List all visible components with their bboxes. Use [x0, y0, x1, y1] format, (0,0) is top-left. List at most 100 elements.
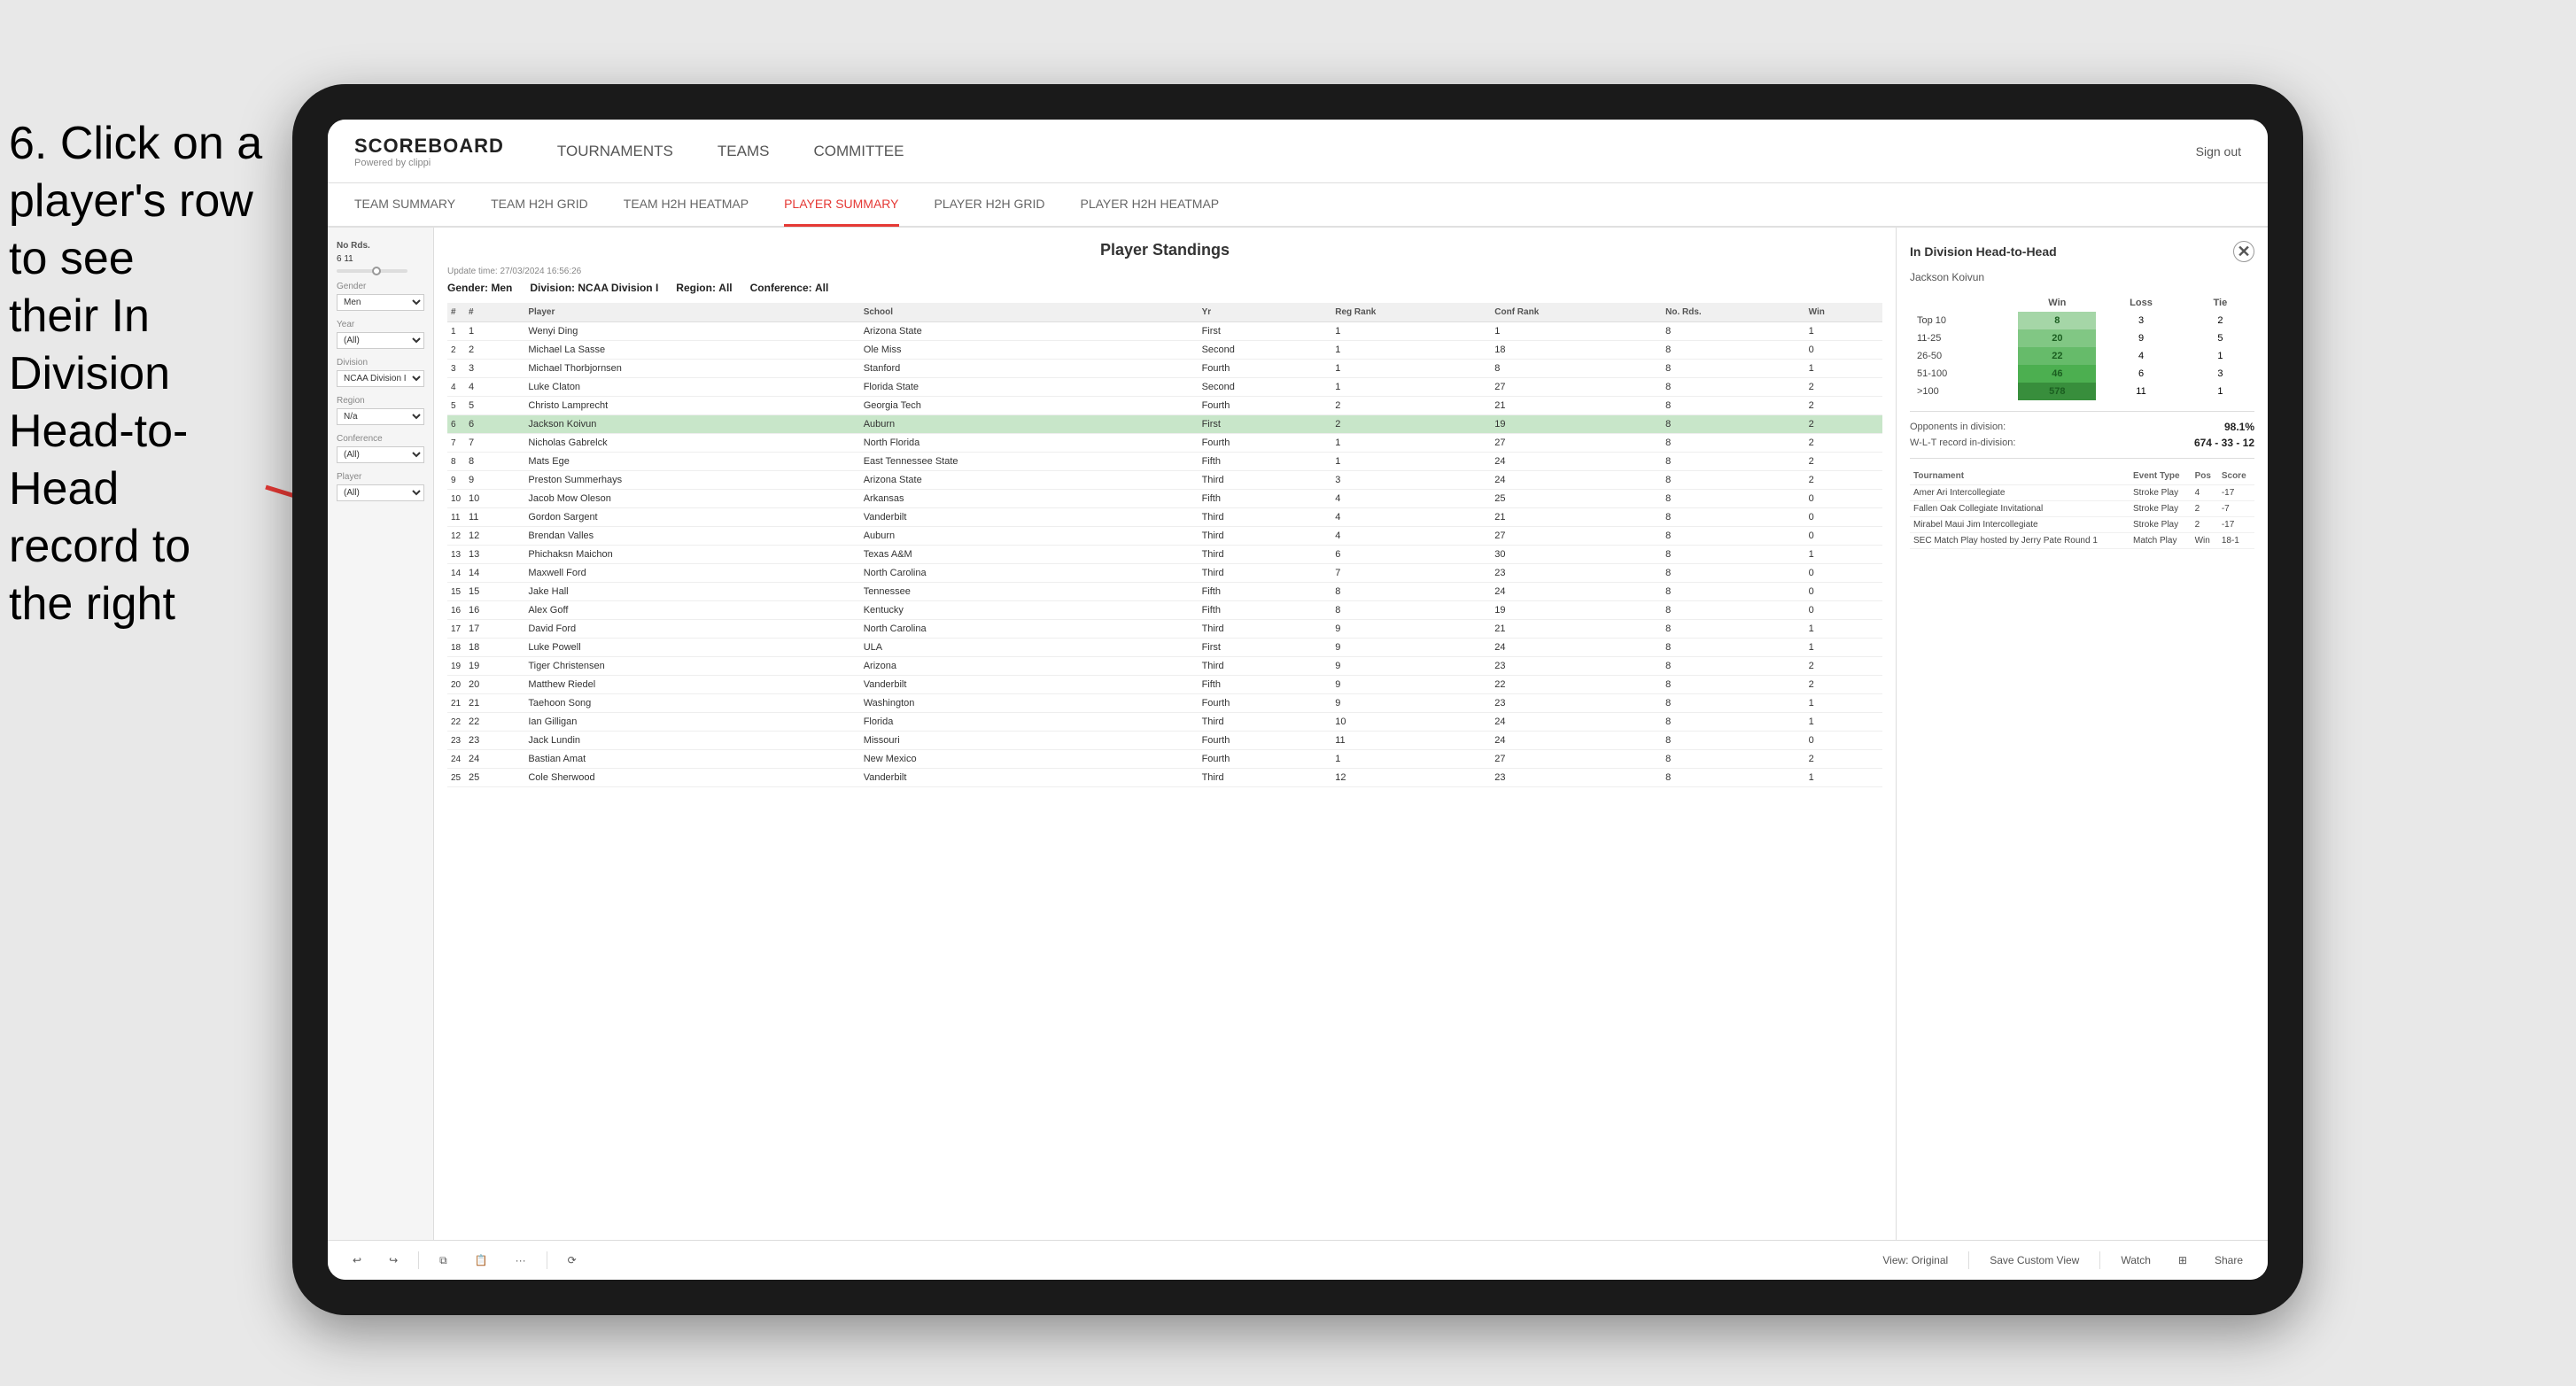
row-index: 18 [447, 639, 465, 657]
player-conf-rank: 23 [1491, 769, 1662, 787]
player-school: North Carolina [860, 620, 1199, 639]
t-score: -17 [2218, 517, 2254, 533]
tab-player-h2h-heatmap[interactable]: PLAYER H2H HEATMAP [1081, 183, 1220, 227]
table-row[interactable]: 1 1 Wenyi Ding Arizona State First 1 1 8… [447, 322, 1882, 341]
table-row[interactable]: 5 5 Christo Lamprecht Georgia Tech Fourt… [447, 397, 1882, 415]
h2h-divider-2 [1910, 458, 2254, 459]
player-yr: Fourth [1199, 750, 1332, 769]
undo-button[interactable]: ↩ [345, 1250, 369, 1270]
app-logo-subtitle: Powered by clippi [354, 158, 504, 168]
table-row[interactable]: 10 10 Jacob Mow Oleson Arkansas Fifth 4 … [447, 490, 1882, 508]
table-row[interactable]: 25 25 Cole Sherwood Vanderbilt Third 12 … [447, 769, 1882, 787]
player-no-rds: 8 [1662, 676, 1805, 694]
region-select[interactable]: N/a [337, 408, 424, 425]
player-name: Taehoon Song [524, 694, 859, 713]
division-select[interactable]: NCAA Division I [337, 370, 424, 387]
table-row[interactable]: 9 9 Preston Summerhays Arizona State Thi… [447, 471, 1882, 490]
player-school: Arizona State [860, 471, 1199, 490]
table-row[interactable]: 12 12 Brendan Valles Auburn Third 4 27 8… [447, 527, 1882, 546]
table-row[interactable]: 2 2 Michael La Sasse Ole Miss Second 1 1… [447, 341, 1882, 360]
wlt-value: 674 - 33 - 12 [2194, 437, 2254, 449]
copy-button[interactable]: ⧉ [432, 1250, 454, 1271]
player-yr: Second [1199, 378, 1332, 397]
conference-select[interactable]: (All) [337, 446, 424, 463]
tab-player-summary[interactable]: PLAYER SUMMARY [784, 183, 898, 227]
h2h-row-win: 20 [2018, 329, 2096, 347]
table-row[interactable]: 22 22 Ian Gilligan Florida Third 10 24 8… [447, 713, 1882, 732]
player-yr: Fourth [1199, 732, 1332, 750]
tab-player-h2h-grid[interactable]: PLAYER H2H GRID [935, 183, 1045, 227]
player-yr: Fifth [1199, 676, 1332, 694]
table-row[interactable]: 15 15 Jake Hall Tennessee Fifth 8 24 8 0 [447, 583, 1882, 601]
tournament-table: Tournament Event Type Pos Score Amer Ari… [1910, 468, 2254, 549]
opponents-section: Opponents in division: 98.1% W-L-T recor… [1910, 421, 2254, 449]
table-row[interactable]: 11 11 Gordon Sargent Vanderbilt Third 4 … [447, 508, 1882, 527]
player-select[interactable]: (All) [337, 484, 424, 501]
table-row[interactable]: 20 20 Matthew Riedel Vanderbilt Fifth 9 … [447, 676, 1882, 694]
player-conf-rank: 19 [1491, 601, 1662, 620]
nav-teams[interactable]: TEAMS [718, 138, 770, 165]
table-row[interactable]: 24 24 Bastian Amat New Mexico Fourth 1 2… [447, 750, 1882, 769]
view-original-button[interactable]: View: Original [1875, 1250, 1955, 1270]
table-row[interactable]: 21 21 Taehoon Song Washington Fourth 9 2… [447, 694, 1882, 713]
player-conf-rank: 18 [1491, 341, 1662, 360]
t-type: Stroke Play [2130, 501, 2192, 517]
player-conf-rank: 24 [1491, 471, 1662, 490]
player-no-rds: 8 [1662, 527, 1805, 546]
year-select[interactable]: (All) [337, 332, 424, 349]
close-h2h-button[interactable]: ✕ [2233, 241, 2254, 262]
logo-area: SCOREBOARD Powered by clippi [354, 135, 504, 168]
tab-team-h2h-grid[interactable]: TEAM H2H GRID [491, 183, 588, 227]
table-row[interactable]: 8 8 Mats Ege East Tennessee State Fifth … [447, 453, 1882, 471]
t-type: Stroke Play [2130, 517, 2192, 533]
table-row[interactable]: 19 19 Tiger Christensen Arizona Third 9 … [447, 657, 1882, 676]
redo-button[interactable]: ↪ [382, 1250, 405, 1270]
share-button[interactable]: Share [2207, 1250, 2250, 1270]
player-yr: First [1199, 322, 1332, 341]
nav-committee[interactable]: COMMITTEE [813, 138, 904, 165]
gender-select[interactable]: Men [337, 294, 424, 311]
player-school: Missouri [860, 732, 1199, 750]
no-rds-slider[interactable] [337, 269, 407, 273]
player-school: Vanderbilt [860, 508, 1199, 527]
paste-button[interactable]: 📋 [468, 1250, 495, 1270]
player-school: New Mexico [860, 750, 1199, 769]
player-num: 15 [465, 583, 524, 601]
player-num: 25 [465, 769, 524, 787]
col-conf-rank: Conf Rank [1491, 303, 1662, 322]
h2h-title: In Division Head-to-Head [1910, 244, 2057, 259]
table-row[interactable]: 16 16 Alex Goff Kentucky Fifth 8 19 8 0 [447, 601, 1882, 620]
table-row[interactable]: 6 6 Jackson Koivun Auburn First 2 19 8 2 [447, 415, 1882, 434]
table-row[interactable]: 18 18 Luke Powell ULA First 9 24 8 1 [447, 639, 1882, 657]
player-school: Vanderbilt [860, 676, 1199, 694]
more-button[interactable]: ··· [508, 1250, 533, 1270]
table-row[interactable]: 17 17 David Ford North Carolina Third 9 … [447, 620, 1882, 639]
tab-team-h2h-heatmap[interactable]: TEAM H2H HEATMAP [624, 183, 749, 227]
watch-button[interactable]: Watch [2114, 1250, 2158, 1270]
nav-tournaments[interactable]: TOURNAMENTS [557, 138, 673, 165]
table-row[interactable]: 23 23 Jack Lundin Missouri Fourth 11 24 … [447, 732, 1882, 750]
tab-team-summary[interactable]: TEAM SUMMARY [354, 183, 455, 227]
layout-button[interactable]: ⊞ [2171, 1250, 2194, 1270]
app-logo-title: SCOREBOARD [354, 135, 504, 158]
player-reg-rank: 1 [1331, 360, 1491, 378]
player-filter-label: Player [337, 472, 424, 482]
table-row[interactable]: 14 14 Maxwell Ford North Carolina Third … [447, 564, 1882, 583]
sign-out-link[interactable]: Sign out [2196, 144, 2241, 159]
tablet-screen: SCOREBOARD Powered by clippi TOURNAMENTS… [328, 120, 2268, 1280]
t-pos: Win [2192, 533, 2218, 549]
refresh-button[interactable]: ⟳ [561, 1250, 584, 1270]
player-school: Ole Miss [860, 341, 1199, 360]
player-no-rds: 8 [1662, 601, 1805, 620]
tournament-row: Amer Ari Intercollegiate Stroke Play 4 -… [1910, 485, 2254, 501]
h2h-row-loss: 11 [2096, 383, 2186, 400]
row-index: 21 [447, 694, 465, 713]
table-row[interactable]: 4 4 Luke Claton Florida State Second 1 2… [447, 378, 1882, 397]
table-row[interactable]: 7 7 Nicholas Gabrelck North Florida Four… [447, 434, 1882, 453]
table-row[interactable]: 13 13 Phichaksn Maichon Texas A&M Third … [447, 546, 1882, 564]
save-custom-view-button[interactable]: Save Custom View [1982, 1250, 2086, 1270]
player-reg-rank: 10 [1331, 713, 1491, 732]
table-row[interactable]: 3 3 Michael Thorbjornsen Stanford Fourth… [447, 360, 1882, 378]
player-name: David Ford [524, 620, 859, 639]
player-school: Auburn [860, 415, 1199, 434]
